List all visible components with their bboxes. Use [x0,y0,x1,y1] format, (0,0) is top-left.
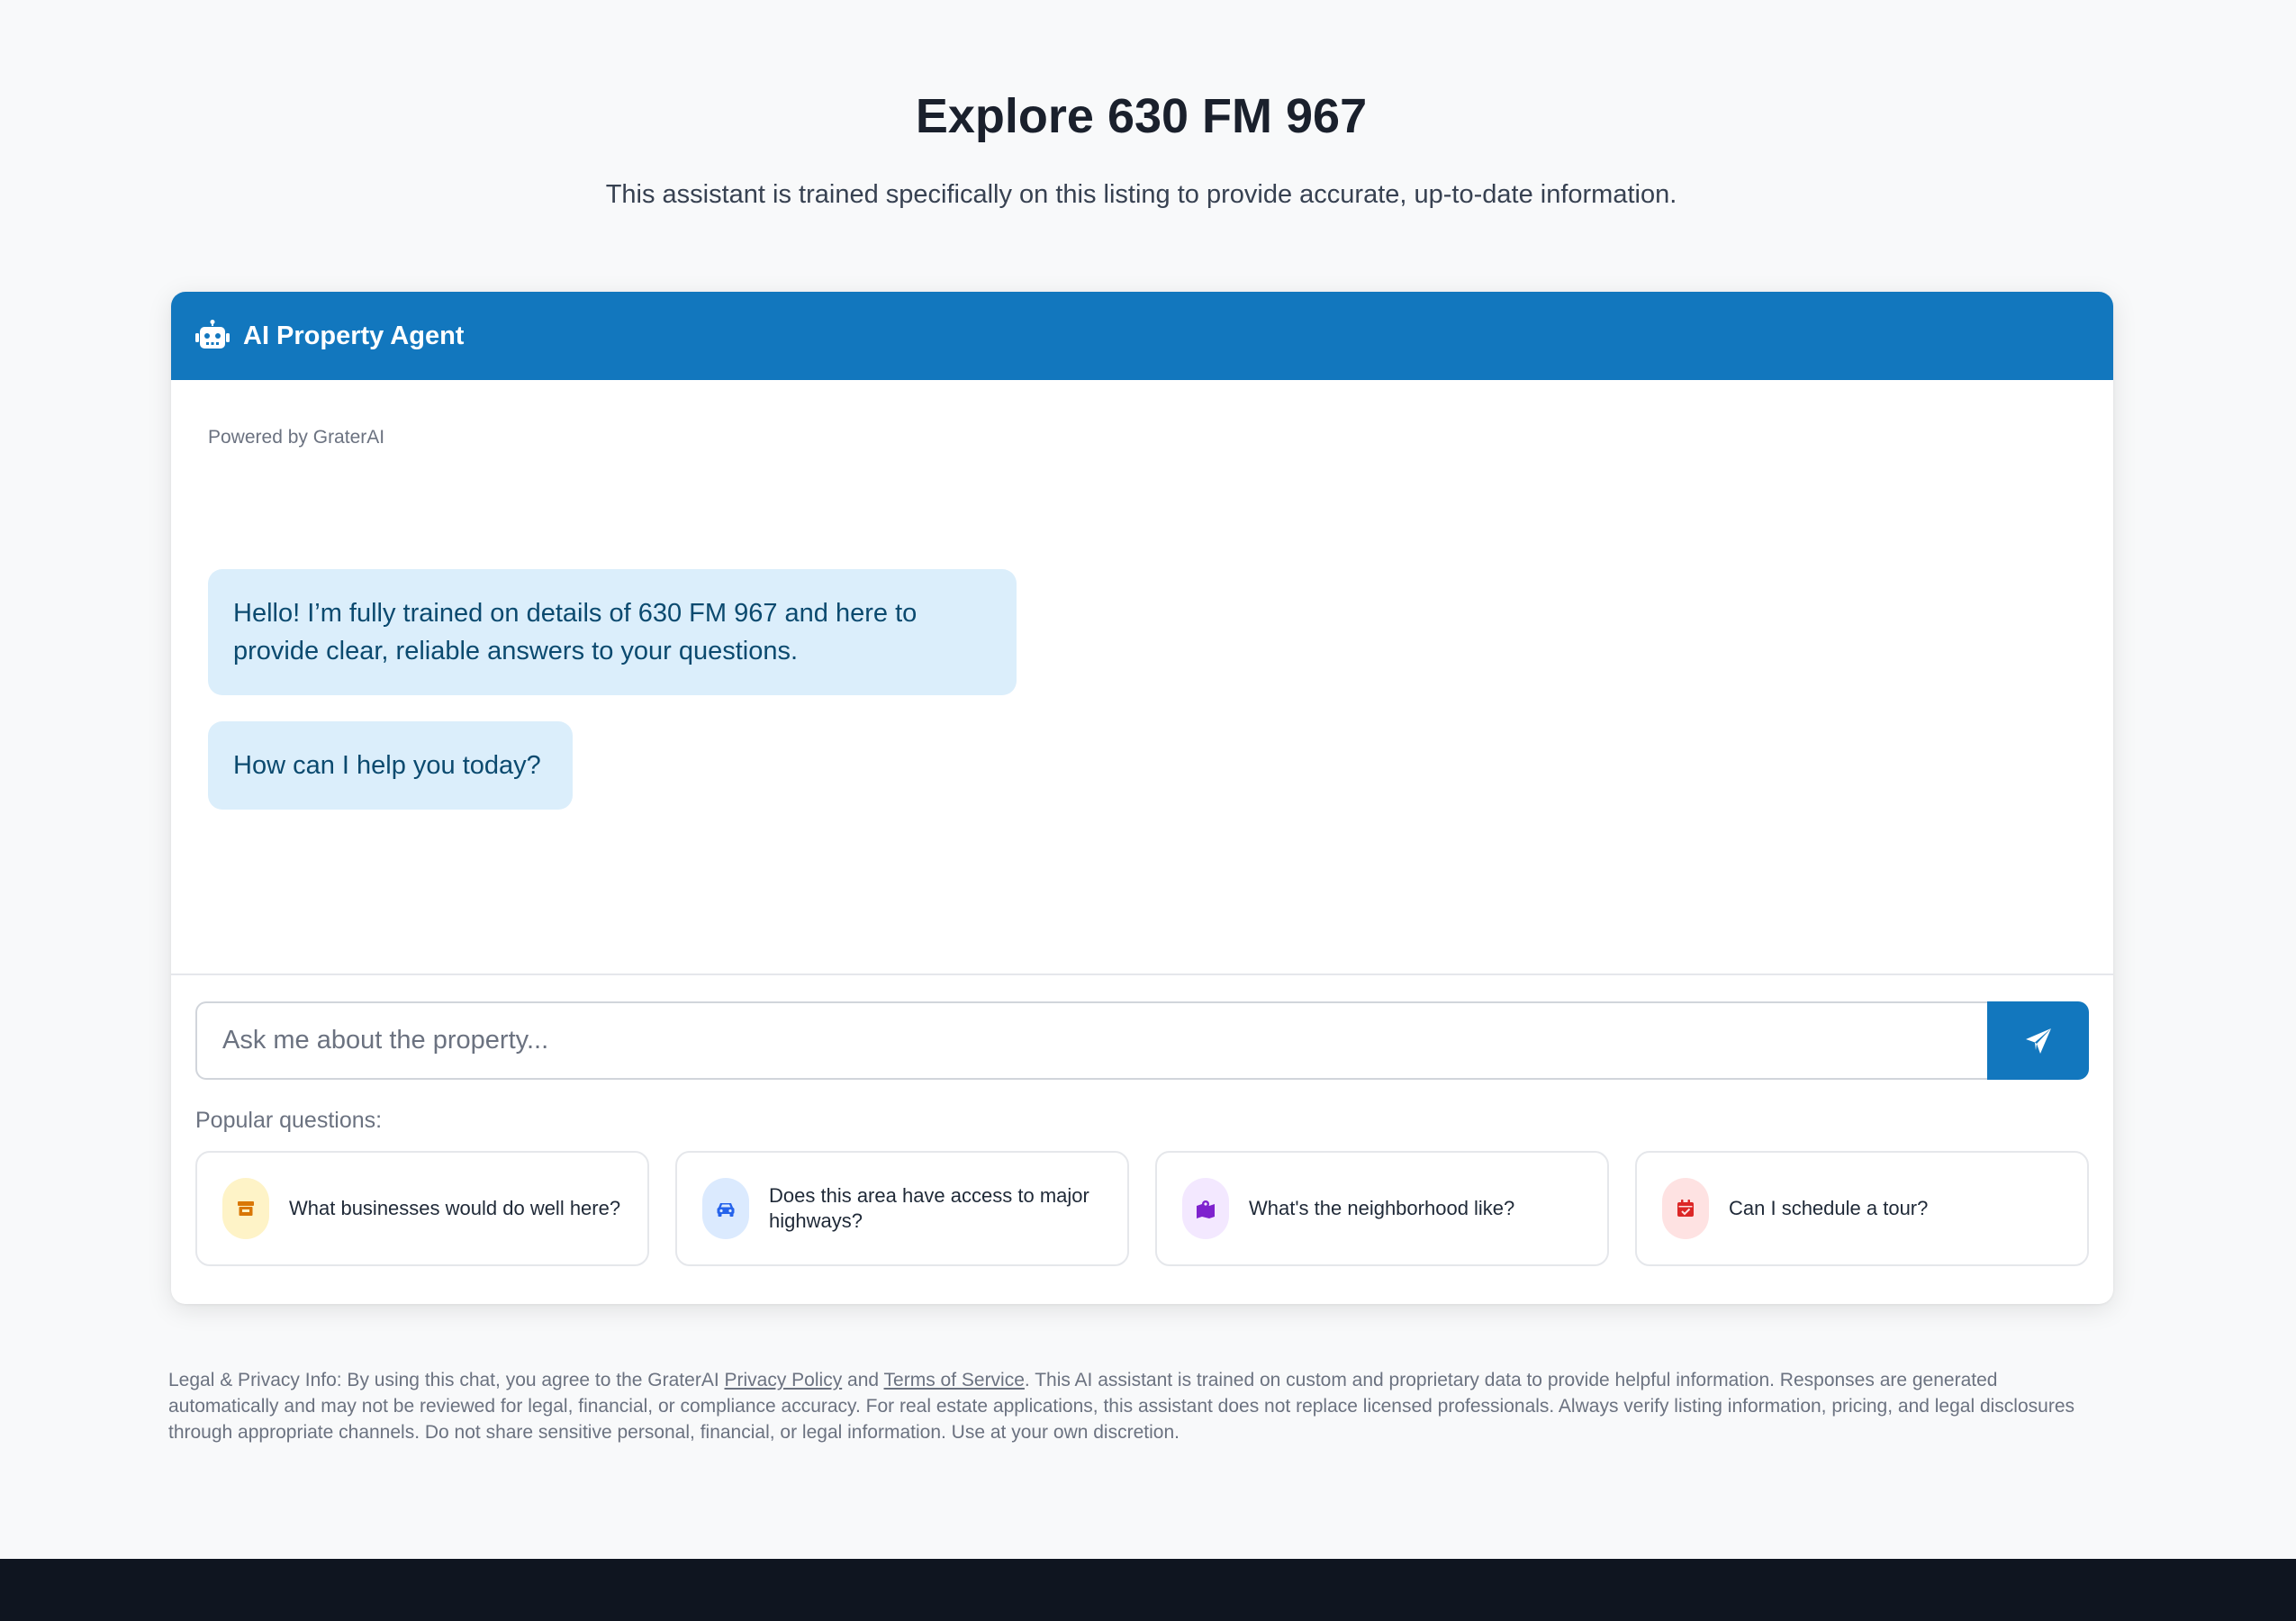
page: Explore 630 FM 967 This assistant is tra… [0,0,2296,1621]
question-text: Can I schedule a tour? [1729,1197,1929,1219]
message-list[interactable]: Powered by GraterAI Hello! I’m fully tra… [171,380,2113,1266]
chat-header: AI Property Agent [171,292,2113,380]
page-title: Explore 630 FM 967 [915,89,1368,143]
robot-icon [195,320,230,349]
map-icon [1197,1200,1215,1218]
car-icon-badge [702,1178,749,1239]
calendar-icon [1677,1200,1694,1217]
legal-prefix: Legal & Privacy Info: By using this chat… [168,1370,725,1390]
chat-input-row [195,1001,2089,1080]
question-chip-neighborhood[interactable]: What's the neighborhood like? [1155,1151,1609,1266]
footer-bar [0,1559,2296,1621]
chat-input[interactable] [195,1001,1987,1080]
map-icon-badge [1182,1178,1229,1239]
chat-widget: AI Property Agent Powered by GraterAI He… [171,292,2113,1304]
store-icon [238,1201,254,1216]
question-text: What's the neighborhood like? [1249,1197,1515,1219]
question-chip-highways[interactable]: Does this area have access to major high… [675,1151,1129,1266]
paper-plane-icon [2025,1028,2051,1054]
assistant-message: How can I help you today? [208,721,573,810]
question-text: What businesses would do well here? [289,1197,621,1219]
legal-and: and [842,1370,884,1390]
question-chip-tour[interactable]: Can I schedule a tour? [1635,1151,2089,1266]
send-button[interactable] [1987,1001,2089,1080]
powered-by-label: Powered by GraterAI [208,427,385,448]
calendar-icon-badge [1662,1178,1709,1239]
legal-disclaimer: Legal & Privacy Info: By using this chat… [168,1367,2104,1445]
car-icon [717,1203,735,1217]
privacy-policy-link[interactable]: Privacy Policy [725,1370,843,1390]
chat-header-title: AI Property Agent [243,321,465,350]
divider [171,974,2113,975]
assistant-message: Hello! I’m fully trained on details of 6… [208,569,1017,695]
terms-of-service-link[interactable]: Terms of Service [884,1370,1025,1390]
popular-questions: What businesses would do well here? Does… [195,1151,2089,1266]
question-text: Does this area have access to major high… [769,1184,1089,1232]
question-chip-businesses[interactable]: What businesses would do well here? [195,1151,649,1266]
store-icon-badge [222,1178,269,1239]
page-subtitle: This assistant is trained specifically o… [605,180,1677,209]
popular-questions-label: Popular questions: [195,1108,383,1133]
